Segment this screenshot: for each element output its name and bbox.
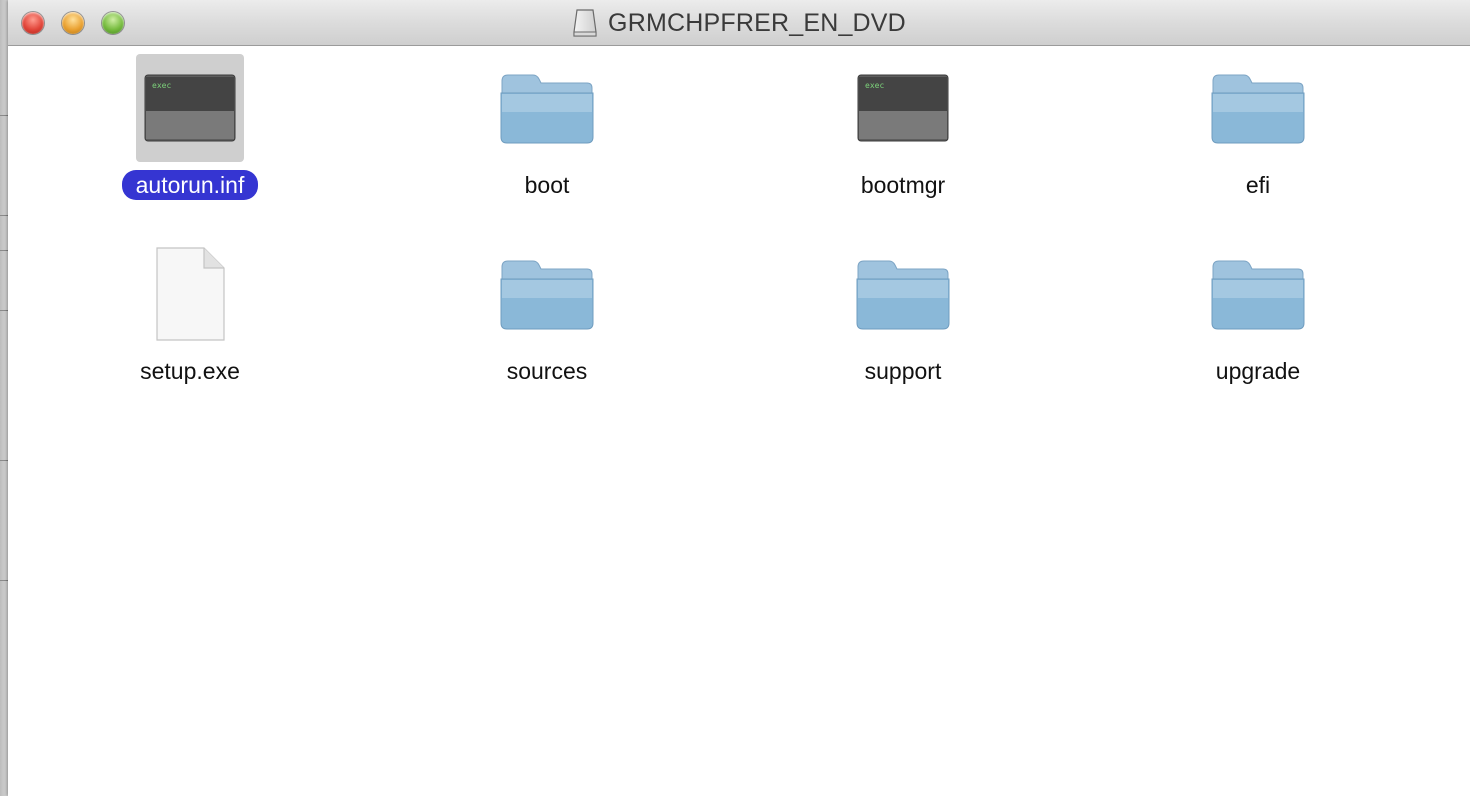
background-window-edge bbox=[0, 0, 8, 796]
file-item[interactable]: setup.exe bbox=[70, 240, 310, 386]
icon-view[interactable]: exec autorun.inf boot exec bootmgr efi s… bbox=[8, 46, 1470, 796]
file-item[interactable]: efi bbox=[1138, 54, 1378, 200]
file-icon-box[interactable] bbox=[493, 240, 601, 348]
file-icon-box[interactable]: exec bbox=[849, 54, 957, 162]
window-title: GRMCHPFRER_EN_DVD bbox=[608, 8, 906, 37]
disk-icon bbox=[573, 9, 597, 37]
window-title-area: GRMCHPFRER_EN_DVD bbox=[8, 0, 1470, 46]
file-item[interactable]: sources bbox=[427, 240, 667, 386]
file-name-label[interactable]: boot bbox=[511, 170, 584, 200]
document-icon bbox=[156, 247, 225, 341]
file-item[interactable]: boot bbox=[427, 54, 667, 200]
folder-icon bbox=[1211, 260, 1305, 330]
folder-icon bbox=[1211, 74, 1305, 144]
file-name-label[interactable]: autorun.inf bbox=[121, 170, 259, 200]
title-bar[interactable]: GRMCHPFRER_EN_DVD bbox=[8, 0, 1470, 46]
file-item[interactable]: exec bootmgr bbox=[783, 54, 1023, 200]
file-icon-box[interactable] bbox=[849, 240, 957, 348]
file-name-label[interactable]: sources bbox=[493, 356, 602, 386]
svg-text:exec: exec bbox=[865, 81, 884, 90]
file-icon-box[interactable]: exec bbox=[136, 54, 244, 162]
file-item[interactable]: exec autorun.inf bbox=[70, 54, 310, 200]
file-item[interactable]: upgrade bbox=[1138, 240, 1378, 386]
file-item[interactable]: support bbox=[783, 240, 1023, 386]
finder-window: GRMCHPFRER_EN_DVD exec autorun.inf boot bbox=[8, 0, 1470, 796]
file-name-label[interactable]: efi bbox=[1232, 170, 1284, 200]
file-name-label[interactable]: bootmgr bbox=[847, 170, 959, 200]
exec-icon: exec bbox=[144, 74, 236, 142]
file-name-label[interactable]: upgrade bbox=[1202, 356, 1314, 386]
folder-icon bbox=[500, 74, 594, 144]
file-name-label[interactable]: setup.exe bbox=[126, 356, 254, 386]
folder-icon bbox=[856, 260, 950, 330]
file-icon-box[interactable] bbox=[493, 54, 601, 162]
file-name-label[interactable]: support bbox=[851, 356, 956, 386]
file-icon-box[interactable] bbox=[136, 240, 244, 348]
file-icon-box[interactable] bbox=[1204, 240, 1312, 348]
folder-icon bbox=[500, 260, 594, 330]
exec-icon: exec bbox=[857, 74, 949, 142]
svg-text:exec: exec bbox=[152, 81, 171, 90]
file-icon-box[interactable] bbox=[1204, 54, 1312, 162]
